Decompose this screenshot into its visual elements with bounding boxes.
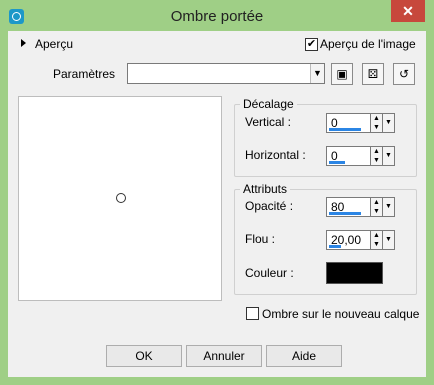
down-arrow-icon[interactable]: ▼ (373, 208, 380, 215)
opacity-level-bar (329, 212, 361, 215)
window-title: Ombre portée (170, 8, 264, 25)
vertical-field[interactable]: 0 (326, 113, 372, 133)
blur-spinner[interactable]: 20,00 ▲ ▼ ▼ (326, 230, 395, 250)
reset-icon: ↺ (398, 67, 410, 81)
vertical-spinner[interactable]: 0 ▲ ▼ ▼ (326, 113, 395, 133)
title-bar[interactable]: Ombre portée ✕ (0, 0, 434, 32)
help-button[interactable]: Aide (266, 345, 342, 367)
new-layer-label[interactable]: Ombre sur le nouveau calque (262, 307, 419, 321)
preview-center-marker[interactable] (116, 193, 126, 203)
presets-label: Paramètres (53, 67, 116, 81)
horizontal-label: Horizontal : (245, 148, 306, 162)
dialog-window: Ombre portée ✕ Aperçu ✔ Aperçu de l'imag… (0, 0, 434, 385)
new-layer-checkbox[interactable] (246, 307, 259, 320)
horizontal-spinner[interactable]: 0 ▲ ▼ ▼ (326, 146, 395, 166)
offset-group-title: Décalage (240, 97, 297, 111)
up-arrow-icon[interactable]: ▲ (373, 199, 380, 206)
random-button[interactable]: ⚄ (362, 63, 384, 85)
dialog-client: Aperçu ✔ Aperçu de l'image Paramètres ▼ … (8, 31, 426, 377)
up-arrow-icon[interactable]: ▲ (373, 148, 380, 155)
blur-menu-button[interactable]: ▼ (382, 230, 395, 250)
blur-field[interactable]: 20,00 (326, 230, 372, 250)
color-label: Couleur : (245, 266, 294, 280)
color-swatch[interactable] (326, 262, 383, 284)
expand-arrow-icon[interactable] (21, 39, 26, 47)
horizontal-level-bar (329, 161, 345, 164)
cancel-button[interactable]: Annuler (186, 345, 262, 367)
presets-combo[interactable]: ▼ (127, 63, 325, 84)
vertical-label: Vertical : (245, 115, 292, 129)
opacity-label: Opacité : (245, 199, 294, 213)
floppy-disk-icon: ▣ (336, 67, 348, 81)
ok-button[interactable]: OK (106, 345, 182, 367)
down-arrow-icon[interactable]: ▼ (373, 124, 380, 131)
horizontal-menu-button[interactable]: ▼ (382, 146, 395, 166)
save-preset-button[interactable]: ▣ (331, 63, 353, 85)
down-arrow-icon[interactable]: ▼ (373, 241, 380, 248)
image-preview-label[interactable]: Aperçu de l'image (320, 37, 416, 51)
close-button[interactable]: ✕ (391, 0, 425, 22)
blur-level-bar (329, 245, 341, 248)
preview-section-label[interactable]: Aperçu (35, 37, 73, 51)
up-arrow-icon[interactable]: ▲ (373, 232, 380, 239)
chevron-down-icon: ▼ (385, 152, 392, 159)
up-arrow-icon[interactable]: ▲ (373, 115, 380, 122)
blur-label: Flou : (245, 232, 276, 246)
preview-canvas[interactable] (18, 96, 222, 301)
attributes-group-title: Attributs (240, 182, 291, 196)
opacity-field[interactable]: 80 (326, 197, 372, 217)
down-arrow-icon[interactable]: ▼ (373, 157, 380, 164)
close-icon: ✕ (402, 3, 414, 19)
dice-icon: ⚄ (367, 67, 379, 81)
vertical-level-bar (329, 128, 361, 131)
checkmark-icon: ✔ (306, 38, 317, 50)
vertical-menu-button[interactable]: ▼ (382, 113, 395, 133)
chevron-down-icon: ▼ (385, 236, 392, 243)
opacity-menu-button[interactable]: ▼ (382, 197, 395, 217)
chevron-down-icon: ▼ (385, 203, 392, 210)
opacity-spinner[interactable]: 80 ▲ ▼ ▼ (326, 197, 395, 217)
chevron-down-icon[interactable]: ▼ (310, 64, 324, 83)
chevron-down-icon: ▼ (385, 119, 392, 126)
reset-button[interactable]: ↺ (393, 63, 415, 85)
image-preview-checkbox[interactable]: ✔ (305, 38, 318, 51)
horizontal-field[interactable]: 0 (326, 146, 372, 166)
